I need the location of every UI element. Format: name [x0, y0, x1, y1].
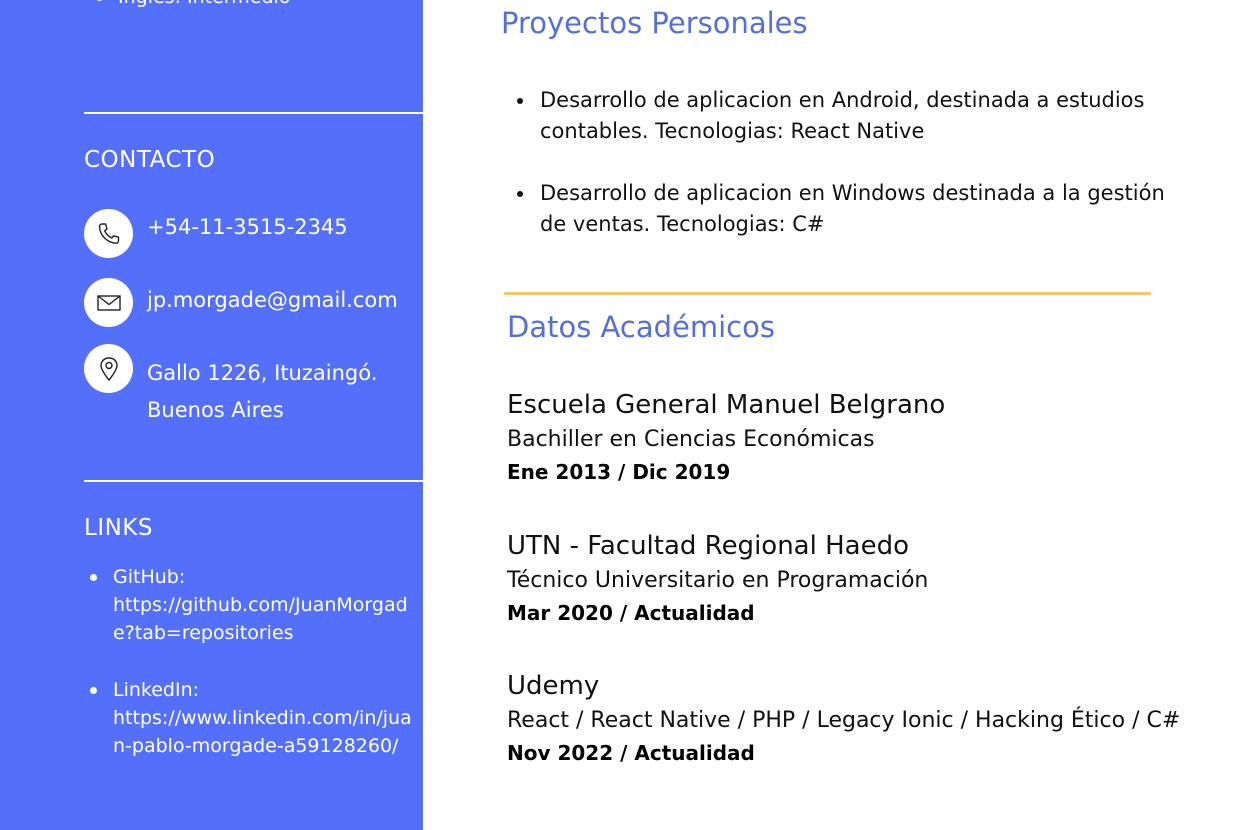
academic-entry: UTN - Facultad Regional Haedo Técnico Un… — [507, 529, 1227, 628]
school-name: Escuela General Manuel Belgrano — [507, 390, 946, 420]
email-address[interactable]: jp.morgade@gmail.com — [147, 282, 398, 319]
academic-heading: Datos Académicos — [507, 310, 775, 344]
address-line-1: Gallo 1226, Ituzaingó. — [147, 361, 378, 385]
sidebar: Inglés: Intermedio CONTACTO +54-11-3515-… — [0, 0, 423, 830]
degree-name: React / React Native / PHP / Legacy Ioni… — [507, 708, 1181, 733]
language-item-label: Inglés: Intermedio — [118, 0, 290, 8]
academic-entry: Udemy React / React Native / PHP / Legac… — [507, 669, 1227, 768]
project-item: Desarrollo de aplicacion en Android, des… — [515, 85, 1175, 147]
school-name: Udemy — [507, 671, 600, 701]
project-item: Desarrollo de aplicacion en Windows dest… — [515, 178, 1175, 240]
github-link[interactable]: https://github.com/JuanMorgade?tab=repos… — [113, 591, 419, 647]
academic-entry: Escuela General Manuel Belgrano Bachille… — [507, 388, 1227, 487]
link-item-linkedin: LinkedIn: https://www.linkedin.com/in/ju… — [84, 676, 419, 760]
section-divider — [504, 292, 1151, 295]
links-list: GitHub: https://github.com/JuanMorgade?t… — [84, 563, 419, 760]
school-name: UTN - Facultad Regional Haedo — [507, 531, 909, 561]
mail-icon — [84, 278, 133, 327]
phone-icon — [84, 209, 133, 258]
contact-heading: CONTACTO — [84, 147, 216, 173]
address-line-2: Buenos Aires — [147, 398, 284, 422]
date-range: Nov 2022 / Actualidad — [507, 741, 755, 765]
links-heading: LINKS — [84, 515, 153, 541]
projects-heading: Proyectos Personales — [501, 6, 808, 40]
bullet-dot — [96, 0, 103, 1]
date-range: Ene 2013 / Dic 2019 — [507, 460, 731, 484]
linkedin-link[interactable]: https://www.linkedin.com/in/juan-pablo-m… — [113, 704, 419, 760]
location-pin-icon — [84, 344, 133, 393]
address: Gallo 1226, Ituzaingó. Buenos Aires — [147, 355, 377, 429]
phone-number[interactable]: +54-11-3515-2345 — [147, 209, 348, 246]
sidebar-divider — [84, 480, 423, 482]
link-item-github: GitHub: https://github.com/JuanMorgade?t… — [84, 563, 419, 647]
projects-list: Desarrollo de aplicacion en Android, des… — [515, 85, 1175, 240]
link-label: LinkedIn: — [113, 679, 200, 701]
degree-name: Bachiller en Ciencias Económicas — [507, 427, 875, 452]
degree-name: Técnico Universitario en Programación — [507, 568, 929, 593]
link-label: GitHub: — [113, 566, 186, 588]
date-range: Mar 2020 / Actualidad — [507, 601, 755, 625]
language-item: Inglés: Intermedio — [96, 0, 290, 8]
sidebar-divider — [84, 112, 423, 114]
